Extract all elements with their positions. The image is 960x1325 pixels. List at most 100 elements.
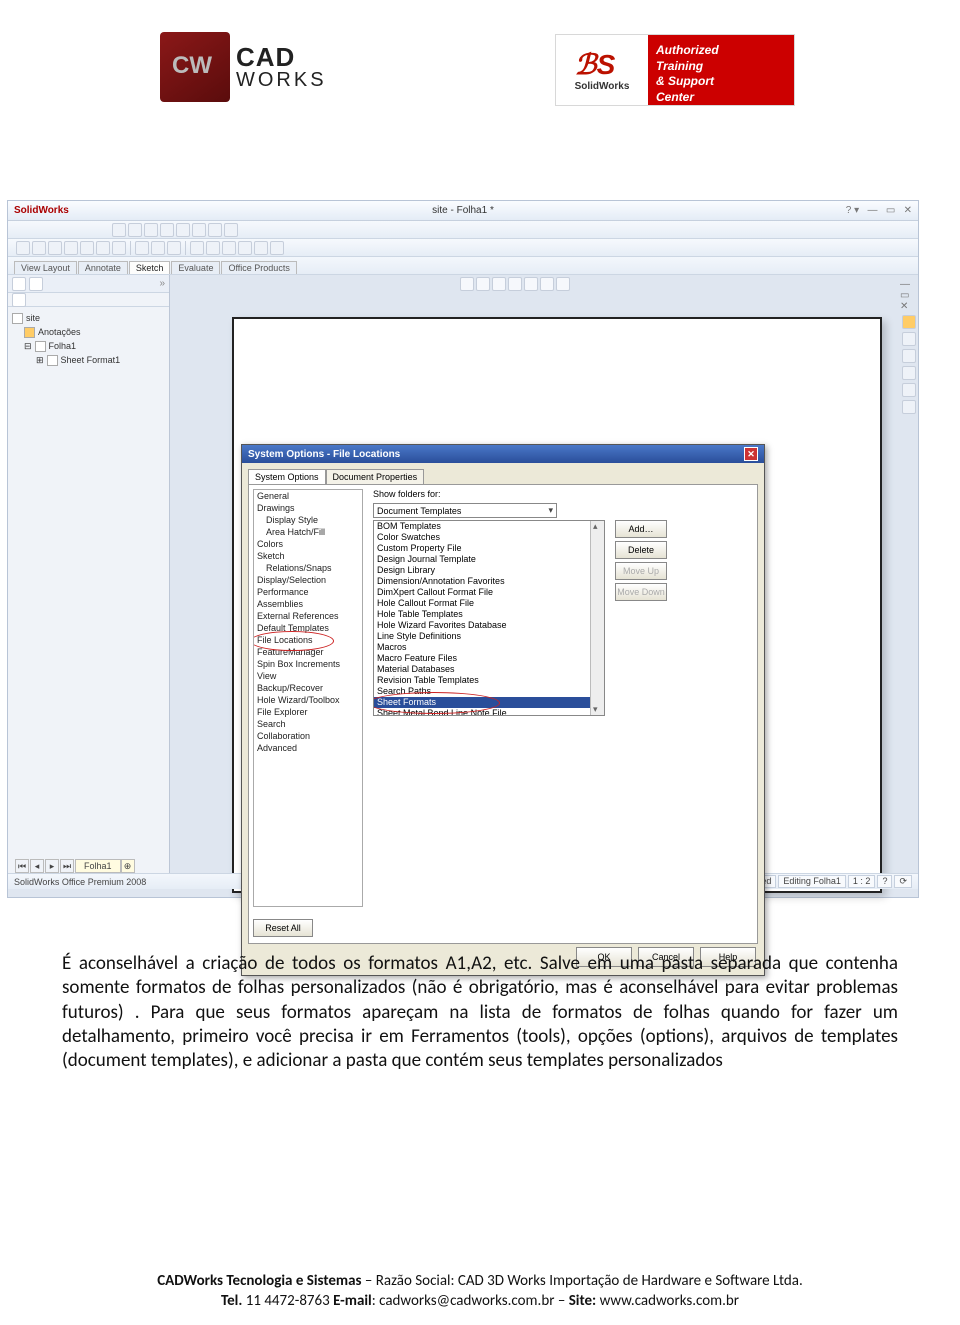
move-up-button[interactable]: Move Up [615,562,667,580]
dialog-titlebar[interactable]: System Options - File Locations ✕ [242,445,764,463]
open-icon[interactable] [128,223,142,237]
tree-item[interactable]: Sheet Format1 [61,355,121,365]
option-item[interactable]: Collaboration [254,730,362,742]
folder-item[interactable]: Material Databases [374,664,604,675]
folder-item[interactable]: Design Library [374,565,604,576]
last-sheet-icon[interactable]: ⏭ [60,859,74,873]
folder-item[interactable]: Design Journal Template [374,554,604,565]
sheet-tab[interactable]: Folha1 [75,859,121,873]
option-item[interactable]: File Explorer [254,706,362,718]
point-icon[interactable] [112,241,126,255]
reset-all-button[interactable]: Reset All [253,919,313,937]
folder-item[interactable]: DimXpert Callout Format File [374,587,604,598]
option-item[interactable]: File Locations [254,634,362,646]
grid-icon[interactable] [238,241,252,255]
close-icon[interactable]: ✕ [744,447,758,461]
zoom-fit-icon[interactable] [460,277,474,291]
folder-item[interactable]: Macro Feature Files [374,653,604,664]
view-toolbar[interactable] [460,277,570,291]
mirror-icon[interactable] [190,241,204,255]
explorer-icon[interactable] [902,349,916,363]
delete-button[interactable]: Delete [615,541,667,559]
tab-sketch[interactable]: Sketch [129,261,171,274]
folder-item[interactable]: Hole Wizard Favorites Database [374,620,604,631]
first-sheet-icon[interactable]: ⏮ [15,859,29,873]
palette-icon[interactable] [902,383,916,397]
option-item[interactable]: Backup/Recover [254,682,362,694]
folder-item[interactable]: Custom Property File [374,543,604,554]
tab-evaluate[interactable]: Evaluate [171,261,220,274]
options-category-list[interactable]: GeneralDrawingsDisplay StyleArea Hatch/F… [253,489,363,907]
tab-viewlayout[interactable]: View Layout [14,261,77,274]
folder-item[interactable]: Line Style Definitions [374,631,604,642]
option-item[interactable]: Advanced [254,742,362,754]
folder-item[interactable]: Sheet Formats [374,697,604,708]
select-icon[interactable] [208,223,222,237]
tree-item[interactable]: Folha1 [49,341,77,351]
option-item[interactable]: Relations/Snaps [254,562,362,574]
rotate-icon[interactable] [508,277,522,291]
library-icon[interactable] [902,332,916,346]
option-item[interactable]: Display Style [254,514,362,526]
fm-icon[interactable] [12,277,26,291]
filter-icon[interactable] [12,293,26,307]
relation-icon[interactable] [270,241,284,255]
convert-icon[interactable] [151,241,165,255]
prev-sheet-icon[interactable]: ◂ [30,859,44,873]
dim-icon[interactable] [254,241,268,255]
folder-item[interactable]: Macros [374,642,604,653]
hidden-icon[interactable] [556,277,570,291]
next-sheet-icon[interactable]: ▸ [45,859,59,873]
ribbon-tabs[interactable]: View Layout Annotate Sketch Evaluate Off… [8,257,918,275]
option-item[interactable]: Assemblies [254,598,362,610]
main-toolbar[interactable] [8,221,918,239]
tab-annotate[interactable]: Annotate [78,261,128,274]
folder-item[interactable]: Color Swatches [374,532,604,543]
option-item[interactable]: Performance [254,586,362,598]
option-item[interactable]: Drawings [254,502,362,514]
arc-icon[interactable] [64,241,78,255]
folder-item[interactable]: Hole Callout Format File [374,598,604,609]
option-item[interactable]: Display/Selection [254,574,362,586]
section-icon[interactable] [540,277,554,291]
sheet-tabs[interactable]: ⏮ ◂ ▸ ⏭ Folha1 ⊕ [15,859,136,873]
option-item[interactable]: Area Hatch/Fill [254,526,362,538]
offset-icon[interactable] [167,241,181,255]
tab-doc-properties[interactable]: Document Properties [326,469,425,484]
tree-root[interactable]: site [26,313,40,323]
folder-list[interactable]: BOM TemplatesColor SwatchesCustom Proper… [373,520,605,716]
feature-tree-panel[interactable]: » site Anotações ⊟Folha1 ⊞Sheet Format1 [8,275,170,889]
folder-item[interactable]: Revision Table Templates [374,675,604,686]
option-item[interactable]: Spin Box Increments [254,658,362,670]
spline-icon[interactable] [80,241,94,255]
trim-icon[interactable] [135,241,149,255]
window-controls[interactable]: ? ▾ — ▭ ✕ [846,205,912,216]
option-item[interactable]: External References [254,610,362,622]
task-pane[interactable]: — ▭ ✕ [900,275,918,889]
add-sheet-icon[interactable]: ⊕ [121,859,135,873]
show-folders-combo[interactable]: Document Templates [373,503,557,518]
scrollbar[interactable] [590,521,604,715]
circle-icon[interactable] [48,241,62,255]
rect-icon[interactable] [32,241,46,255]
status-help-icon[interactable]: ? [877,875,892,888]
add-button[interactable]: Add… [615,520,667,538]
new-icon[interactable] [112,223,126,237]
tree-item[interactable]: Anotações [38,327,81,337]
save-icon[interactable] [144,223,158,237]
zoom-prev-icon[interactable] [492,277,506,291]
folder-item[interactable]: BOM Templates [374,521,604,532]
appearance-icon[interactable] [902,400,916,414]
tab-office[interactable]: Office Products [221,261,296,274]
status-rebuild-icon[interactable]: ⟳ [894,875,912,888]
option-item[interactable]: Search [254,718,362,730]
text-icon[interactable] [222,241,236,255]
folder-item[interactable]: Hole Table Templates [374,609,604,620]
home-icon[interactable] [902,315,916,329]
option-item[interactable]: Colors [254,538,362,550]
search-icon[interactable] [902,366,916,380]
move-down-button[interactable]: Move Down [615,583,667,601]
sketch-toolbar[interactable] [8,239,918,257]
pattern-icon[interactable] [206,241,220,255]
print-icon[interactable] [160,223,174,237]
